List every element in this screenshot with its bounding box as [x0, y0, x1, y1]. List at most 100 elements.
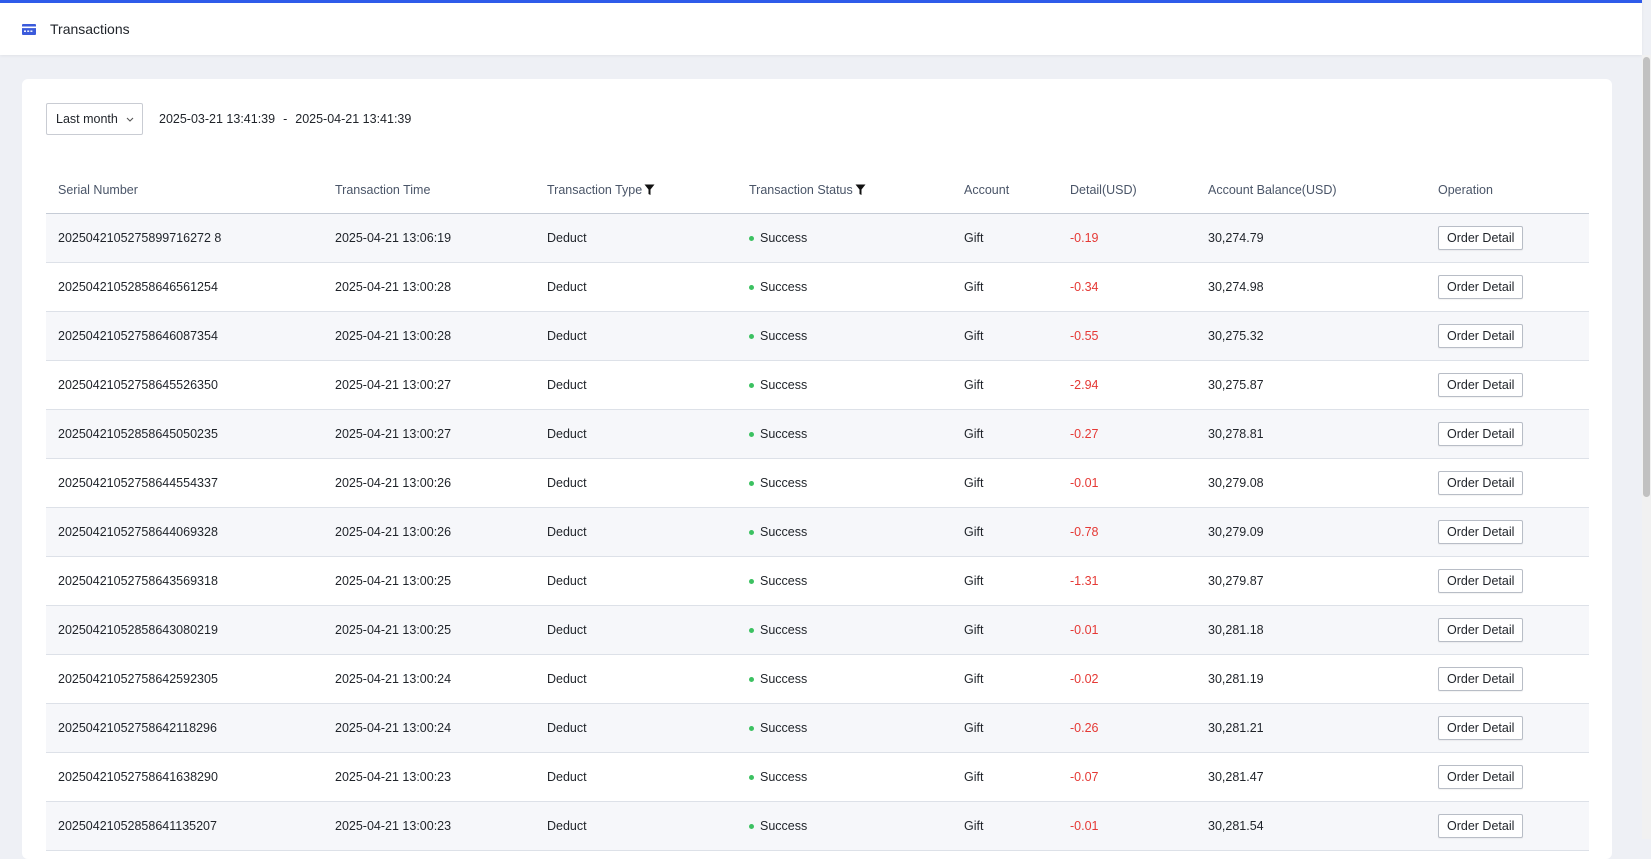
- cell-type: Deduct: [547, 574, 587, 588]
- cell-detail: -0.55: [1070, 329, 1099, 343]
- cell-type: Deduct: [547, 525, 587, 539]
- status-dot: [749, 725, 754, 731]
- order-detail-button[interactable]: Order Detail: [1438, 716, 1524, 740]
- order-detail-button[interactable]: Order Detail: [1438, 667, 1524, 691]
- order-detail-button[interactable]: Order Detail: [1438, 422, 1524, 446]
- table-row: 20250421052758645526350 2025-04-21 13:00:…: [46, 361, 1589, 410]
- cell-type: Deduct: [547, 623, 587, 637]
- cell-time: 2025-04-21 13:00:25: [335, 623, 452, 637]
- cell-status: Success: [737, 770, 952, 784]
- order-detail-button[interactable]: Order Detail: [1438, 324, 1524, 348]
- order-detail-button[interactable]: Order Detail: [1438, 373, 1524, 397]
- cell-detail: -0.78: [1070, 525, 1099, 539]
- cell-type: Deduct: [547, 672, 587, 686]
- cell-status: Success: [737, 329, 952, 343]
- cell-account: Gift: [964, 525, 984, 539]
- filter-icon[interactable]: [855, 184, 866, 196]
- cell-time: 2025-04-21 13:00:28: [335, 280, 452, 294]
- cell-serial: 20250421052858646561254: [58, 280, 218, 294]
- cell-type: Deduct: [547, 770, 587, 784]
- cell-serial: 20250421052758644554337: [58, 476, 218, 490]
- cell-operation: Order Detail: [1426, 226, 1589, 250]
- cell-account: Gift: [964, 574, 984, 588]
- cell-time: 2025-04-21 13:00:23: [335, 770, 452, 784]
- order-detail-button[interactable]: Order Detail: [1438, 618, 1524, 642]
- status-label: Success: [760, 721, 808, 735]
- status-dot: [749, 627, 754, 633]
- status-dot: [749, 823, 754, 829]
- column-header-detail: Detail(USD): [1070, 182, 1137, 197]
- chevron-down-icon: [126, 114, 136, 124]
- filter-icon[interactable]: [644, 184, 655, 196]
- status-label: Success: [760, 427, 808, 441]
- cell-time: 2025-04-21 13:00:24: [335, 672, 452, 686]
- cell-serial: 20250421052758645526350: [58, 378, 218, 392]
- cell-account: Gift: [964, 672, 984, 686]
- column-header-operation: Operation: [1438, 182, 1493, 197]
- cell-balance: 30,279.08: [1208, 476, 1264, 490]
- status-label: Success: [760, 672, 808, 686]
- column-header-account: Account: [964, 182, 1010, 197]
- cell-status: Success: [737, 427, 952, 441]
- cell-status: Success: [737, 672, 952, 686]
- cell-account: Gift: [964, 721, 984, 735]
- cell-account: Gift: [964, 231, 984, 245]
- cell-status: Success: [737, 721, 952, 735]
- column-header-status-label: Transaction Status: [749, 182, 853, 197]
- order-detail-button[interactable]: Order Detail: [1438, 471, 1524, 495]
- cell-status: Success: [737, 525, 952, 539]
- cell-status: Success: [737, 476, 952, 490]
- column-header-type-label: Transaction Type: [547, 182, 643, 197]
- column-header-time: Transaction Time: [335, 182, 431, 197]
- order-detail-button[interactable]: Order Detail: [1438, 275, 1524, 299]
- order-detail-button[interactable]: Order Detail: [1438, 520, 1524, 544]
- cell-detail: -0.07: [1070, 770, 1099, 784]
- cell-serial: 2025042105275899716272 8: [58, 231, 222, 245]
- status-dot: [749, 529, 754, 535]
- cell-operation: Order Detail: [1426, 569, 1589, 593]
- cell-status: Success: [737, 819, 952, 833]
- cell-operation: Order Detail: [1426, 618, 1589, 642]
- date-range-text[interactable]: 2025-03-21 13:41:39 - 2025-04-21 13:41:3…: [159, 112, 411, 126]
- table-row: 20250421052858645050235 2025-04-21 13:00:…: [46, 410, 1589, 459]
- order-detail-button[interactable]: Order Detail: [1438, 569, 1524, 593]
- status-label: Success: [760, 770, 808, 784]
- cell-status: Success: [737, 378, 952, 392]
- table-row: 20250421052758642592305 2025-04-21 13:00:…: [46, 655, 1589, 704]
- filter-bar: Last month 2025-03-21 13:41:39 - 2025-04…: [46, 103, 411, 135]
- date-range-select[interactable]: Last month: [46, 103, 143, 135]
- cell-balance: 30,281.18: [1208, 623, 1264, 637]
- cell-detail: -0.01: [1070, 819, 1099, 833]
- cell-type: Deduct: [547, 329, 587, 343]
- status-dot: [749, 431, 754, 437]
- order-detail-button[interactable]: Order Detail: [1438, 226, 1524, 250]
- cell-account: Gift: [964, 623, 984, 637]
- status-dot: [749, 676, 754, 682]
- cell-operation: Order Detail: [1426, 275, 1589, 299]
- cell-detail: -0.01: [1070, 623, 1099, 637]
- cell-detail: -0.34: [1070, 280, 1099, 294]
- column-header-type: Transaction Type: [535, 183, 737, 197]
- date-separator: -: [283, 112, 288, 126]
- cell-detail: -0.01: [1070, 476, 1099, 490]
- transactions-card: Last month 2025-03-21 13:41:39 - 2025-04…: [22, 79, 1612, 859]
- cell-time: 2025-04-21 13:00:26: [335, 476, 452, 490]
- order-detail-button[interactable]: Order Detail: [1438, 765, 1524, 789]
- cell-detail: -1.31: [1070, 574, 1099, 588]
- status-label: Success: [760, 476, 808, 490]
- table-row: 2025042105275899716272 8 2025-04-21 13:06…: [46, 214, 1589, 263]
- wallet-icon: [22, 22, 38, 36]
- scrollbar-thumb[interactable]: [1643, 57, 1650, 497]
- cell-balance: 30,274.79: [1208, 231, 1264, 245]
- cell-time: 2025-04-21 13:00:28: [335, 329, 452, 343]
- cell-detail: -0.27: [1070, 427, 1099, 441]
- order-detail-button[interactable]: Order Detail: [1438, 814, 1524, 838]
- cell-time: 2025-04-21 13:00:27: [335, 427, 452, 441]
- table-row: 20250421052858643080219 2025-04-21 13:00:…: [46, 606, 1589, 655]
- cell-serial: 20250421052858645050235: [58, 427, 218, 441]
- status-dot: [749, 480, 754, 486]
- page-scrollbar[interactable]: [1642, 55, 1651, 839]
- cell-operation: Order Detail: [1426, 373, 1589, 397]
- status-label: Success: [760, 378, 808, 392]
- cell-type: Deduct: [547, 427, 587, 441]
